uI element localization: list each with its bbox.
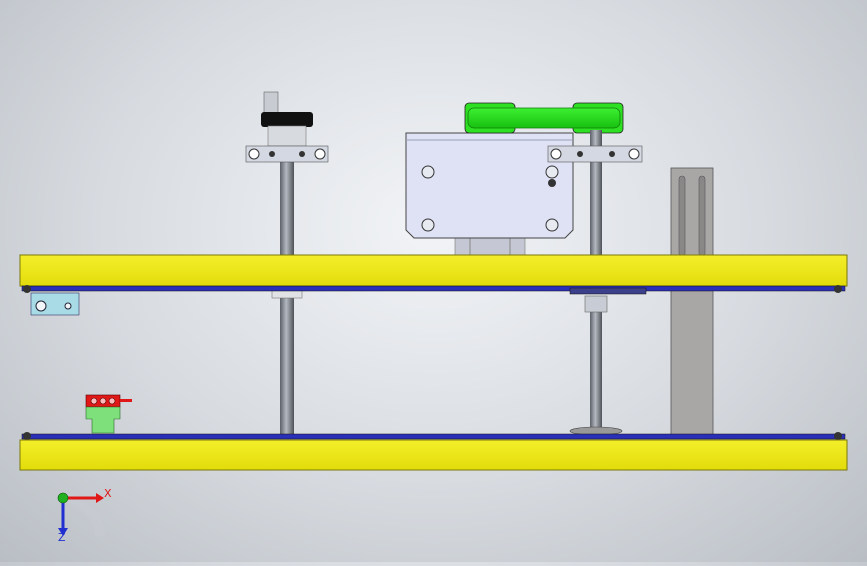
- lower-rail-end-right: [834, 432, 842, 440]
- z-axis-label: Z: [58, 531, 66, 544]
- left-screw-hub: [267, 125, 307, 147]
- x-axis-label: X: [104, 487, 112, 500]
- right-clamp-bolt-d: [609, 151, 615, 157]
- housing-screw-br: [545, 218, 559, 232]
- y-axis-dot: [57, 492, 69, 504]
- bracket-hole-small: [64, 302, 72, 310]
- assembly-view[interactable]: [0, 0, 867, 562]
- right-clamp-bolt-c: [577, 151, 583, 157]
- housing-screw-tl: [421, 165, 435, 179]
- upper-rail-carriage: [569, 287, 647, 295]
- lower-plate[interactable]: [19, 432, 848, 471]
- knob-icon[interactable]: [261, 112, 313, 127]
- right-shaft-sleeve: [584, 295, 608, 313]
- upright-lower: [670, 289, 714, 436]
- motor-mount-posts: [454, 235, 526, 257]
- bracket-hole-large: [35, 300, 47, 312]
- axis-triad[interactable]: [57, 492, 105, 537]
- left-screw-top-pin: [263, 91, 279, 115]
- sensor-unit[interactable]: [85, 394, 132, 434]
- left-bracket[interactable]: [30, 292, 80, 316]
- left-clamp-bolt-d: [299, 151, 305, 157]
- housing-dot: [548, 179, 556, 187]
- lower-plate-body: [19, 439, 848, 471]
- left-screw-shaft-lower: [280, 294, 294, 434]
- drive-belt: [467, 107, 621, 129]
- right-clamp-bolt-b: [628, 148, 640, 160]
- upper-rail-end-right: [834, 285, 842, 293]
- sensor-base: [85, 406, 121, 434]
- right-shaft-lower: [590, 296, 602, 431]
- left-clamp-bolt-a: [248, 148, 260, 160]
- vertical-upright[interactable]: [670, 167, 714, 436]
- upright-slot-left: [678, 175, 686, 257]
- belt-drive[interactable]: [464, 102, 624, 134]
- upright-upper: [670, 167, 714, 257]
- housing-screw-tr: [545, 165, 559, 179]
- upper-rail-end-left: [23, 285, 31, 293]
- left-clamp-bolt-b: [314, 148, 326, 160]
- upper-plate[interactable]: [19, 254, 848, 295]
- left-screw-shaft-upper: [280, 160, 294, 256]
- left-clamp-bolt-c: [269, 151, 275, 157]
- upper-plate-body: [19, 254, 848, 287]
- cad-viewport[interactable]: X Z: [0, 0, 867, 562]
- lower-rail-end-left: [23, 432, 31, 440]
- right-clamp-block: [547, 145, 643, 163]
- lower-rail: [21, 433, 846, 440]
- right-clamp-bolt-a: [550, 148, 562, 160]
- housing-screw-bl: [421, 218, 435, 232]
- upright-slot-right: [698, 175, 706, 257]
- upper-rail: [21, 285, 846, 292]
- sensor-lead: [120, 399, 132, 402]
